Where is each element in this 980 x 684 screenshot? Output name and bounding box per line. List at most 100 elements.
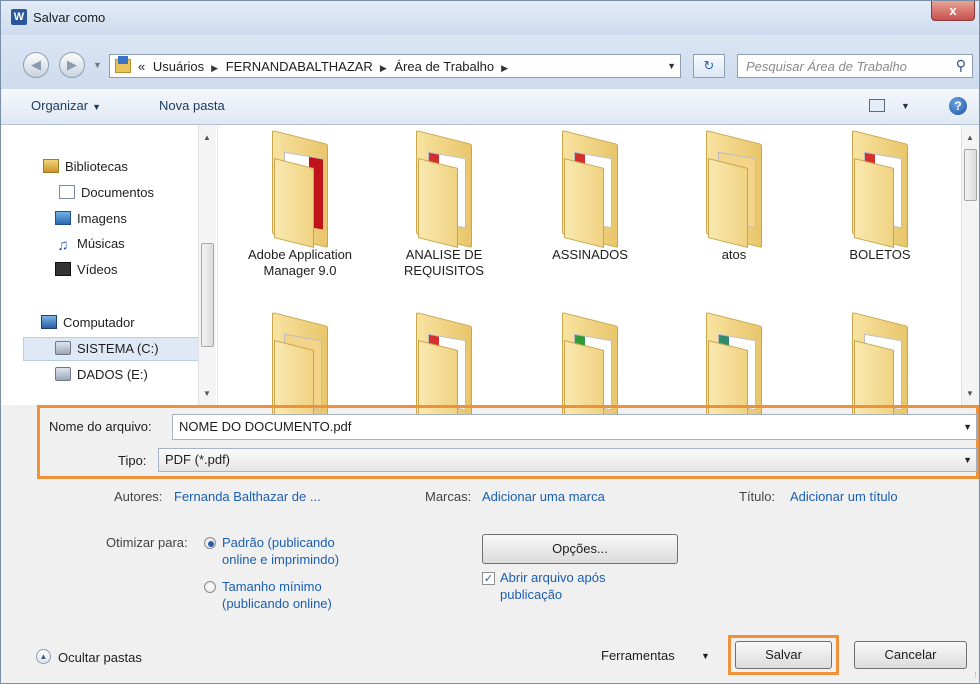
resize-grip-icon[interactable]: ⁝ [974,670,977,681]
close-button[interactable]: x [931,1,975,21]
optimize-standard-label[interactable]: Padrão (publicando online e imprimindo) [222,534,339,568]
organize-menu-button[interactable]: Organizar ▼ [31,98,101,113]
folder-item[interactable]: BOLETOS [820,130,940,263]
open-after-publish-label[interactable]: Abrir arquivo após publicação [500,569,606,603]
nav-item-documents[interactable]: Documentos [59,185,154,200]
breadcrumb-user[interactable]: FERNANDABALTHAZAR [226,59,373,74]
chevron-down-icon[interactable]: ▼ [701,651,710,661]
nav-item-drive-e[interactable]: DADOS (E:) [55,367,148,382]
search-placeholder: Pesquisar Área de Trabalho [746,59,907,74]
scroll-down-arrow-icon[interactable]: ▼ [966,389,974,398]
tags-label: Marcas: [425,489,472,504]
hide-folders-button[interactable]: Ocultar pastas [58,650,142,665]
new-folder-button[interactable]: Nova pasta [159,98,225,113]
breadcrumb-desktop[interactable]: Área de Trabalho [394,59,494,74]
nav-item-videos[interactable]: Vídeos [55,262,117,277]
view-options-chevron-down-icon[interactable]: ▼ [901,101,910,111]
file-type-select[interactable]: PDF (*.pdf) ▼ [158,448,977,472]
nav-item-drive-c[interactable]: SISTEMA (C:) [55,341,159,356]
chevron-right-icon[interactable]: ▶ [380,63,387,73]
option-line: (publicando online) [222,596,332,611]
nav-item-computer[interactable]: Computador [41,315,135,330]
nav-scroll-thumb[interactable] [201,243,214,347]
folder-item[interactable]: Adobe Application Manager 9.0 [240,130,360,279]
chevron-right-icon[interactable]: ▶ [501,63,508,73]
chevron-down-icon[interactable]: ▼ [963,422,972,432]
nav-item-label: SISTEMA (C:) [77,341,159,356]
tools-menu-button[interactable]: Ferramentas [601,648,675,663]
nav-item-label: Documentos [81,185,154,200]
command-toolbar: Organizar ▼ Nova pasta ▼ ? [1,89,979,125]
open-after-publish-checkbox[interactable]: ✓ [482,572,495,585]
scroll-down-arrow-icon[interactable]: ▼ [203,389,211,398]
scroll-up-arrow-icon[interactable]: ▲ [203,133,211,142]
chevron-down-icon[interactable]: ▼ [963,455,972,465]
change-view-icon[interactable] [869,99,885,112]
nav-item-label: DADOS (E:) [77,367,148,382]
folder-name: BOLETOS [849,247,911,262]
cancel-button[interactable]: Cancelar [854,641,967,669]
chevron-down-icon: ▼ [92,102,101,112]
folder-name: ANALISE DE REQUISITOS [404,247,484,278]
address-history-chevron-down-icon[interactable]: ▼ [667,61,676,71]
organize-label: Organizar [31,98,89,113]
video-film-icon [55,262,71,276]
pdf-folder-icon [406,130,482,248]
search-icon[interactable]: ⚲ [956,57,966,74]
scroll-up-arrow-icon[interactable]: ▲ [966,133,974,142]
file-list-scrollbar[interactable]: ▲ ▼ [961,125,979,405]
breadcrumb-users[interactable]: Usuários [153,59,204,74]
images-icon [55,211,71,225]
authors-link[interactable]: Fernanda Balthazar de ... [174,489,321,504]
option-line: publicação [500,587,563,602]
title-bar: W Salvar como x [1,1,979,35]
optimize-minimum-radio[interactable] [204,581,216,593]
breadcrumb-overflow[interactable]: « [138,59,145,74]
file-list-scroll-thumb[interactable] [964,149,977,201]
folder-item[interactable]: atos [674,130,794,263]
chevron-right-icon[interactable]: ▶ [211,63,218,73]
save-button[interactable]: Salvar [735,641,832,669]
nav-item-images[interactable]: Imagens [55,211,127,226]
breadcrumb: « Usuários ▶ FERNANDABALTHAZAR ▶ Área de T… [138,59,512,74]
nav-item-label: Computador [63,315,135,330]
nav-item-libraries[interactable]: Bibliotecas [43,159,128,174]
collapse-up-icon[interactable]: ▲ [36,649,51,664]
address-bar[interactable]: « Usuários ▶ FERNANDABALTHAZAR ▶ Área de T… [109,54,681,78]
option-line: online e imprimindo) [222,552,340,567]
folder-item[interactable]: ASSINADOS [530,130,650,263]
pdf-folder-icon [552,130,628,248]
word-app-icon: W [11,9,27,25]
file-type-value: PDF (*.pdf) [165,452,231,467]
optimize-standard-radio[interactable] [204,537,216,549]
forward-button[interactable]: ▶ [59,52,85,78]
nav-item-label: Imagens [77,211,127,226]
folder-item[interactable]: ANALISE DE REQUISITOS [384,130,504,279]
authors-label: Autores: [114,489,163,504]
help-icon[interactable]: ? [949,97,967,115]
file-type-label: Tipo: [118,453,147,468]
filename-value: NOME DO DOCUMENTO.pdf [179,419,352,434]
navigation-pane: Bibliotecas Documentos Imagens ♫ Músicas … [1,125,217,405]
back-button[interactable]: ◀ [23,52,49,78]
navigation-row: ◀ ▶ ▼ « Usuários ▶ FERNANDABALTHAZAR ▶ Áre… [1,35,979,89]
folder-icon [262,130,338,248]
options-button[interactable]: Opções... [482,534,678,564]
save-as-dialog: W Salvar como x ◀ ▶ ▼ « Usuários ▶ FERNAN… [0,0,980,684]
folder-name: ASSINADOS [552,247,628,262]
computer-icon [41,315,57,329]
recent-locations-chevron-down-icon[interactable]: ▼ [93,60,102,70]
music-note-icon: ♫ [55,238,71,253]
filename-field[interactable]: NOME DO DOCUMENTO.pdf ▼ [172,414,977,440]
pdf-folder-icon [842,130,918,248]
add-tag-link[interactable]: Adicionar uma marca [482,489,605,504]
libraries-icon [43,159,59,173]
add-title-link[interactable]: Adicionar um título [790,489,898,504]
optimize-minimum-label[interactable]: Tamanho mínimo (publicando online) [222,578,332,612]
nav-item-music[interactable]: ♫ Músicas [55,236,125,253]
folder-name: Adobe Application Manager 9.0 [247,247,353,278]
search-input[interactable]: Pesquisar Área de Trabalho ⚲ [737,54,973,78]
refresh-button[interactable]: ↻ [693,54,725,78]
nav-scrollbar[interactable]: ▲ ▼ [198,125,216,405]
title-label: Título: [739,489,776,504]
